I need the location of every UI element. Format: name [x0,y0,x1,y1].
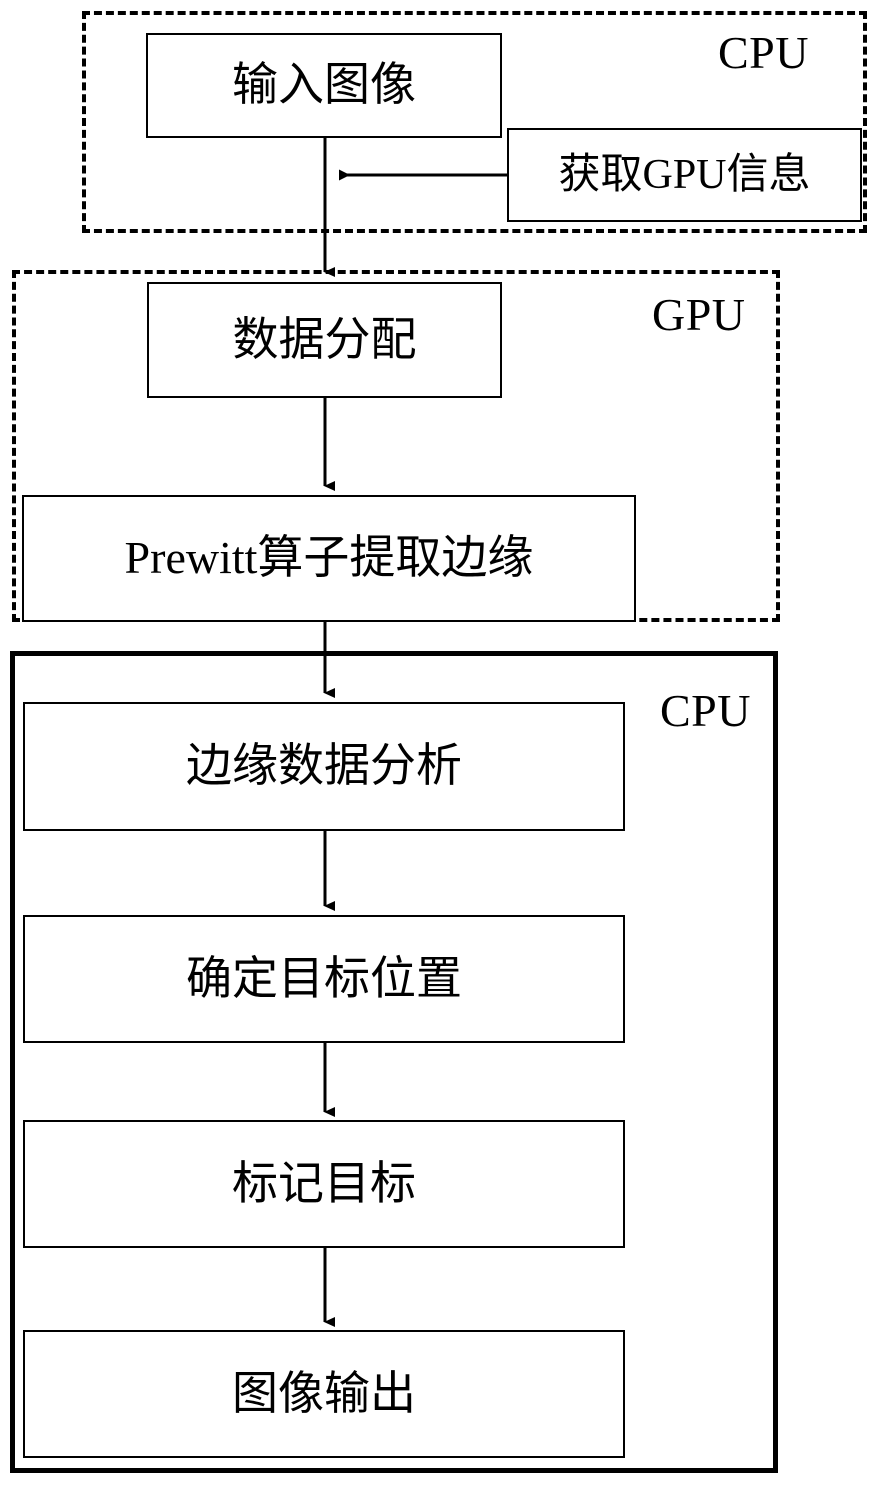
node-input-image-label: 输入图像 [232,59,416,111]
node-mark-target[interactable]: 标记目标 [23,1120,625,1248]
node-data-allocation-label: 数据分配 [232,313,417,365]
node-edge-data-analysis-label: 边缘数据分析 [186,740,462,792]
node-input-image[interactable]: 输入图像 [146,33,502,138]
group-cpu-bottom-caption: CPU [660,685,751,736]
node-prewitt-edge[interactable]: Prewitt算子提取边缘 [22,495,636,622]
node-get-gpu-info[interactable]: 获取GPU信息 [507,128,862,222]
flowchart-canvas: CPU GPU CPU 输入图像 获取GPU信息 数据分配 Prewitt算子提… [0,0,878,1487]
node-image-output[interactable]: 图像输出 [23,1330,625,1458]
group-cpu-top-caption: CPU [718,27,809,78]
node-prewitt-edge-label: Prewitt算子提取边缘 [124,532,534,584]
node-mark-target-label: 标记目标 [232,1157,416,1209]
node-locate-target-label: 确定目标位置 [186,952,462,1004]
node-data-allocation[interactable]: 数据分配 [147,282,502,398]
group-gpu-caption: GPU [652,289,746,340]
node-image-output-label: 图像输出 [232,1367,416,1419]
node-edge-data-analysis[interactable]: 边缘数据分析 [23,702,625,831]
node-locate-target[interactable]: 确定目标位置 [23,915,625,1043]
node-get-gpu-info-label: 获取GPU信息 [558,151,811,198]
